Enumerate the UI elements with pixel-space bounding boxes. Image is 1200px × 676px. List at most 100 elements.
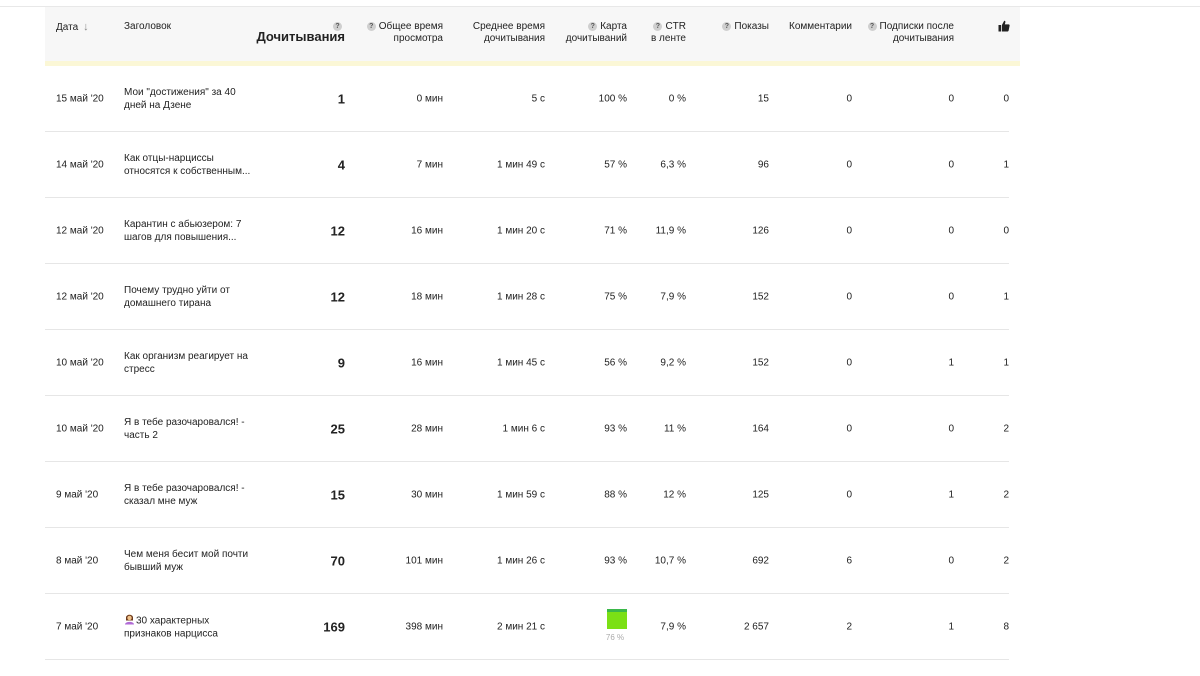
help-icon[interactable]: ? — [653, 22, 663, 31]
header-likes[interactable] — [998, 20, 1010, 36]
header-shows[interactable]: ? Показы — [695, 21, 769, 33]
cell-date: 10 май '20 — [56, 357, 104, 368]
cell-read-map: 57 % — [604, 159, 627, 170]
cell-date: 10 май '20 — [56, 423, 104, 434]
header-date[interactable]: Дата ↓ — [56, 21, 89, 34]
table-body: 15 май '20 Мои "достижения" за 40 дней на… — [45, 66, 1020, 660]
cell-reads: 4 — [337, 157, 345, 172]
cell-total-time: 0 мин — [416, 93, 443, 104]
cell-title[interactable]: 30 характерных признаков нарцисса — [124, 613, 259, 640]
cell-read-map: 93 % — [604, 555, 627, 566]
cell-title[interactable]: Мои "достижения" за 40 дней на Дзене — [124, 86, 259, 112]
cell-subscriptions: 1 — [948, 621, 954, 632]
cell-date: 15 май '20 — [56, 93, 104, 104]
cell-date: 7 май '20 — [56, 621, 99, 632]
cell-total-time: 28 мин — [411, 423, 443, 434]
read-map-bar-label: 76 % — [605, 633, 625, 642]
cell-likes: 1 — [1003, 357, 1009, 368]
header-ctr[interactable]: ? CTR в ленте — [635, 21, 686, 45]
cell-likes: 8 — [1003, 621, 1009, 632]
cell-ctr: 7,9 % — [660, 621, 686, 632]
cell-subscriptions: 1 — [948, 357, 954, 368]
table-row[interactable]: 9 май '20 Я в тебе разочаровался! - сказа… — [45, 462, 1009, 528]
header-comments[interactable]: Комментарии — [775, 21, 852, 33]
help-icon[interactable]: ? — [588, 22, 598, 31]
cell-reads: 12 — [330, 289, 345, 304]
cell-subscriptions: 0 — [948, 93, 954, 104]
table-row[interactable]: 7 май '20 30 характерных признаков нарцис… — [45, 594, 1009, 660]
cell-likes: 2 — [1003, 423, 1009, 434]
cell-shows: 15 — [757, 93, 769, 104]
cell-comments: 0 — [846, 225, 852, 236]
cell-title[interactable]: Почему трудно уйти от домашнего тирана — [124, 284, 259, 310]
cell-ctr: 11,9 % — [655, 225, 686, 236]
cell-title[interactable]: Я в тебе разочаровался! - сказал мне муж — [124, 482, 259, 508]
arrow-down-icon: ↓ — [83, 21, 89, 33]
cell-likes: 1 — [1003, 291, 1009, 302]
cell-subscriptions: 0 — [948, 555, 954, 566]
table-row[interactable]: 10 май '20 Как организм реагирует на стре… — [45, 330, 1009, 396]
cell-title[interactable]: Как отцы-нарциссы относятся к собственны… — [124, 152, 259, 178]
help-icon[interactable]: ? — [366, 22, 376, 31]
cell-read-map: 75 % — [604, 291, 627, 302]
table-row[interactable]: 14 май '20 Как отцы-нарциссы относятся к … — [45, 132, 1009, 198]
cell-ctr: 10,7 % — [654, 555, 686, 566]
cell-shows: 164 — [752, 423, 769, 434]
cell-subscriptions: 0 — [948, 291, 954, 302]
cell-title[interactable]: Карантин с абьюзером: 7 шагов для повыше… — [124, 218, 259, 244]
table-row[interactable]: 15 май '20 Мои "достижения" за 40 дней на… — [45, 66, 1009, 132]
cell-avg-time: 5 с — [531, 93, 545, 104]
cell-total-time: 16 мин — [411, 357, 443, 368]
cell-shows: 152 — [752, 357, 769, 368]
cell-reads: 9 — [337, 355, 345, 370]
table-row[interactable]: 12 май '20 Почему трудно уйти от домашнег… — [45, 264, 1009, 330]
cell-title[interactable]: Чем меня бесит мой почти бывший муж — [124, 548, 259, 574]
header-subscriptions[interactable]: ? Подписки после дочитывания — [860, 21, 954, 45]
table-row[interactable]: 12 май '20 Карантин с абьюзером: 7 шагов … — [45, 198, 1009, 264]
cell-subscriptions: 0 — [948, 225, 954, 236]
cell-total-time: 101 мин — [405, 555, 443, 566]
cell-likes: 1 — [1003, 159, 1009, 170]
cell-title[interactable]: Как организм реагирует на стресс — [124, 350, 259, 376]
help-icon[interactable]: ? — [722, 22, 732, 31]
cell-ctr: 0 % — [668, 93, 686, 104]
cell-likes: 0 — [1003, 93, 1009, 104]
header-title[interactable]: Заголовок — [124, 21, 171, 33]
cell-reads: 15 — [330, 487, 345, 502]
cell-total-time: 16 мин — [411, 225, 443, 236]
table-row[interactable]: 8 май '20 Чем меня бесит мой почти бывший… — [45, 528, 1009, 594]
cell-total-time: 18 мин — [411, 291, 443, 302]
table-row[interactable]: 10 май '20 Я в тебе разочаровался! - част… — [45, 396, 1009, 462]
thumbs-up-icon — [998, 20, 1010, 32]
cell-read-map: 56 % — [604, 357, 627, 368]
header-read-map[interactable]: ? Карта дочитываний — [557, 21, 627, 45]
cell-comments: 0 — [846, 357, 852, 368]
help-icon[interactable]: ? — [867, 22, 877, 31]
cell-comments: 0 — [846, 423, 852, 434]
header-reads[interactable]: ?Дочитывания — [245, 19, 345, 43]
cell-comments: 0 — [846, 93, 852, 104]
cell-avg-time: 1 мин 20 с — [496, 225, 545, 236]
header-total-time[interactable]: ? Общее время просмотра — [355, 21, 443, 45]
cell-read-map: 88 % — [604, 489, 627, 500]
cell-reads: 1 — [337, 91, 345, 106]
cell-subscriptions: 1 — [948, 489, 954, 500]
cell-reads: 169 — [323, 619, 345, 634]
cell-shows: 152 — [752, 291, 769, 302]
cell-date: 12 май '20 — [56, 291, 104, 302]
header-avg-time[interactable]: Среднее время дочитывания — [455, 21, 545, 45]
table-header: Дата ↓ Заголовок ?Дочитывания ? Общее врем… — [45, 7, 1020, 61]
cell-avg-time: 1 мин 59 с — [496, 489, 545, 500]
cell-shows: 126 — [752, 225, 769, 236]
cell-reads: 70 — [330, 553, 345, 568]
cell-date: 14 май '20 — [56, 159, 104, 170]
cell-reads: 25 — [330, 421, 345, 436]
cell-title[interactable]: Я в тебе разочаровался! - часть 2 — [124, 416, 259, 442]
cell-ctr: 7,9 % — [660, 291, 686, 302]
cell-ctr: 11 % — [663, 423, 686, 434]
cell-subscriptions: 0 — [948, 159, 954, 170]
cell-likes: 2 — [1003, 555, 1009, 566]
cell-likes: 2 — [1003, 489, 1009, 500]
stats-table: Дата ↓ Заголовок ?Дочитывания ? Общее врем… — [45, 7, 1020, 660]
cell-comments: 6 — [846, 555, 852, 566]
